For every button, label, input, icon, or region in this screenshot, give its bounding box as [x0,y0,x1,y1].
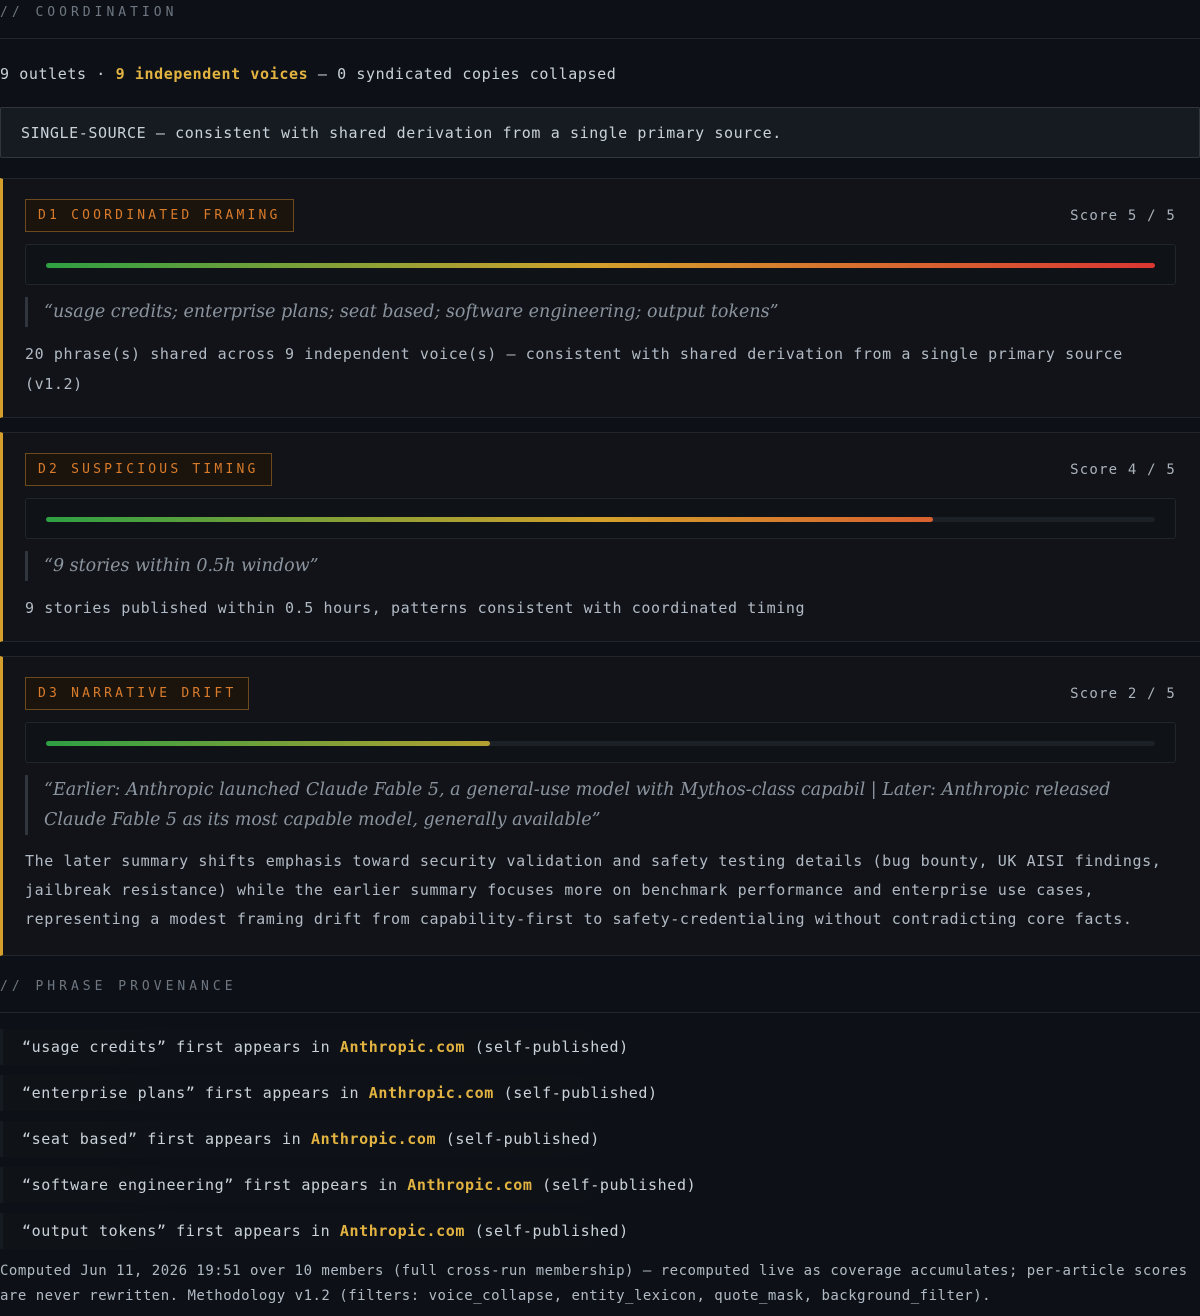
phrase: “usage credits” [22,1038,167,1056]
phrase: “seat based” [22,1130,138,1148]
source-link[interactable]: Anthropic.com [407,1176,532,1194]
coordination-section: // COORDINATION 9 outlets · 9 independen… [0,0,1200,158]
dimension-card-d1: D1 COORDINATED FRAMING Score 5 / 5 “usag… [0,178,1200,418]
score-bar-fill [46,517,934,522]
phrase: “software engineering” [22,1176,234,1194]
section-label-coordination: // COORDINATION [0,0,1200,39]
phrase: “enterprise plans” [22,1084,196,1102]
source-note: (self-published) [474,1222,629,1240]
outlets-count: 9 outlets · [0,65,106,83]
score-explanation: The later summary shifts emphasis toward… [25,852,1162,928]
source-link[interactable]: Anthropic.com [369,1084,494,1102]
provenance-list: “usage credits” first appears in Anthrop… [0,1013,1200,1249]
source-link[interactable]: Anthropic.com [340,1222,465,1240]
score-explanation: 20 phrase(s) shared across 9 independent… [25,345,1123,393]
phrase-mid: first appears in [243,1176,398,1194]
dimension-tag: D2 SUSPICIOUS TIMING [25,453,272,486]
score-bar [25,722,1176,763]
source-note: (self-published) [503,1084,658,1102]
verdict-banner: SINGLE-SOURCE — consistent with shared d… [0,107,1200,158]
source-link[interactable]: Anthropic.com [340,1038,465,1056]
syndicated-collapsed: — 0 syndicated copies collapsed [317,65,617,83]
provenance-item: “enterprise plans” first appears in Anth… [0,1075,1200,1111]
phrase: “output tokens” [22,1222,167,1240]
dimension-card-d3: D3 NARRATIVE DRIFT Score 2 / 5 “Earlier:… [0,656,1200,956]
source-note: (self-published) [542,1176,697,1194]
coordination-summary: 9 outlets · 9 independent voices — 0 syn… [0,39,1200,107]
source-note: (self-published) [445,1130,600,1148]
score-label: Score 4 / 5 [1070,461,1176,478]
provenance-item: “usage credits” first appears in Anthrop… [0,1029,1200,1065]
independent-voices: 9 independent voices [115,65,309,83]
provenance-item: “seat based” first appears in Anthropic.… [0,1121,1200,1157]
provenance-section: // PHRASE PROVENANCE “usage credits” fir… [0,974,1200,1249]
evidence-quote: “9 stories within 0.5h window” [25,551,1176,581]
source-link[interactable]: Anthropic.com [311,1130,436,1148]
methodology-footer: Computed Jun 11, 2026 19:51 over 10 memb… [0,1263,1188,1304]
score-label: Score 5 / 5 [1070,207,1176,224]
score-bar [25,498,1176,539]
phrase-mid: first appears in [176,1038,331,1056]
evidence-quote: “Earlier: Anthropic launched Claude Fabl… [25,775,1176,835]
dimension-card-d2: D2 SUSPICIOUS TIMING Score 4 / 5 “9 stor… [0,432,1200,642]
section-label-provenance: // PHRASE PROVENANCE [0,974,1200,1013]
score-explanation: 9 stories published within 0.5 hours, pa… [25,599,806,617]
phrase-mid: first appears in [205,1084,360,1102]
score-bar-fill [46,741,490,746]
dimension-tag: D3 NARRATIVE DRIFT [25,677,250,710]
phrase-mid: first appears in [147,1130,302,1148]
dimension-tag: D1 COORDINATED FRAMING [25,199,294,232]
score-bar-fill [46,263,1155,268]
score-bar [25,244,1176,285]
score-label: Score 2 / 5 [1070,685,1176,702]
evidence-quote: “usage credits; enterprise plans; seat b… [25,297,1176,327]
source-note: (self-published) [474,1038,629,1056]
phrase-mid: first appears in [176,1222,331,1240]
provenance-item: “software engineering” first appears in … [0,1167,1200,1203]
provenance-item: “output tokens” first appears in Anthrop… [0,1213,1200,1249]
